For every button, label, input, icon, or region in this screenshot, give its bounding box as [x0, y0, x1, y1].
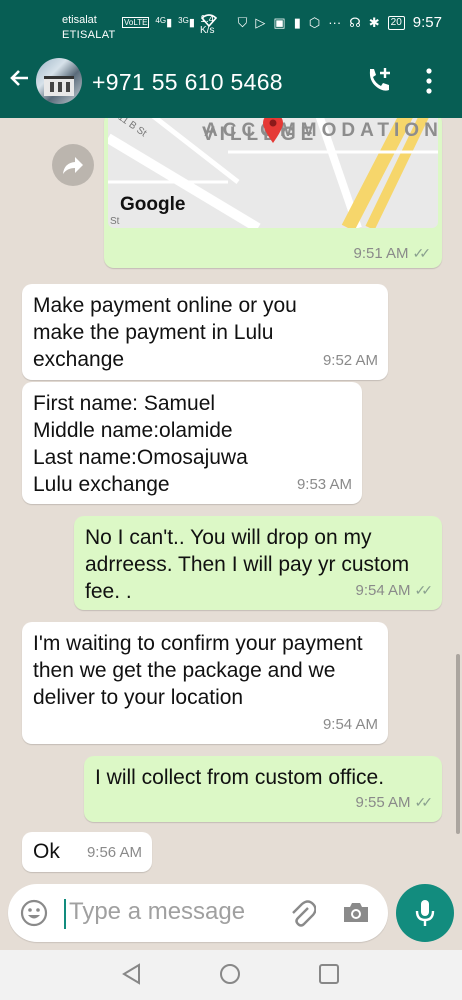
attach-icon[interactable]	[288, 898, 317, 933]
map-preview[interactable]: FAIRMONT VILLEGE ACCOMMODATION 11 B St S…	[108, 118, 438, 228]
avatar-window	[50, 82, 54, 92]
back-arrow-icon[interactable]	[8, 66, 32, 95]
system-nav-bar	[0, 950, 462, 1000]
message-composer[interactable]: Type a message	[8, 884, 388, 942]
net1-label: 4G	[155, 15, 167, 25]
message-text: I will collect from custom office.	[95, 766, 385, 789]
location-message[interactable]: FAIRMONT VILLEGE ACCOMMODATION 11 B St S…	[104, 118, 442, 268]
message-text: Make payment online or you make the paym…	[33, 294, 297, 371]
message-time: 9:54 AM	[355, 582, 411, 599]
status-right: ⛉ ▷ ▣ ▮ ⬡ ··· ☊ ✱ 20 9:57	[238, 14, 442, 31]
message-bubble[interactable]: I will collect from custom office. 9:55 …	[84, 756, 442, 822]
bluetooth-icon: ✱	[368, 14, 380, 30]
nav-back-icon[interactable]	[120, 962, 142, 991]
contact-avatar[interactable]	[36, 58, 82, 104]
message-bubble[interactable]: Ok 9:56 AM	[22, 832, 152, 872]
chat-area[interactable]: FAIRMONT VILLEGE ACCOMMODATION 11 B St S…	[0, 118, 462, 884]
message-meta: 9:56 AM	[87, 839, 142, 866]
message-meta: 9:51 AM ✓✓	[353, 245, 432, 262]
battery-icon: 20	[387, 15, 405, 30]
headset-icon: ☊	[349, 14, 361, 30]
read-ticks-icon: ✓✓	[414, 794, 434, 810]
play-icon: ▷	[255, 14, 266, 30]
signal-4g-icon: 4G▮	[155, 15, 173, 29]
nav-home-icon[interactable]	[218, 962, 242, 991]
message-time: 9:55 AM	[355, 794, 411, 811]
location-pin-icon	[262, 118, 284, 149]
more-icon: ···	[328, 15, 342, 30]
read-ticks-icon: ✓✓	[412, 245, 432, 261]
chat-header: +971 55 610 5468	[0, 44, 462, 118]
message-time: 9:51 AM	[353, 245, 409, 262]
emoji-icon[interactable]	[20, 899, 48, 932]
message-time: 9:56 AM	[86, 844, 142, 861]
message-bubble[interactable]: I'm waiting to confirm your payment then…	[22, 622, 388, 744]
message-text: I'm waiting to confirm your payment then…	[33, 632, 363, 709]
volte-icon: VoLTE	[122, 16, 150, 28]
carrier-name: etisalat	[62, 14, 97, 26]
network-speed: 1.4 K/s	[200, 14, 214, 36]
message-bubble[interactable]: First name: Samuel Middle name:olamide L…	[22, 382, 362, 504]
map-place-line2: ACCOMMODATION	[204, 120, 438, 141]
read-ticks-icon: ✓✓	[414, 582, 434, 598]
carrier-label: ETISALAT	[62, 29, 116, 41]
more-options-icon[interactable]	[424, 66, 434, 101]
settings-icon: ⬡	[308, 14, 321, 30]
avatar-window	[58, 82, 62, 92]
camera-icon[interactable]	[342, 900, 370, 929]
speed-value: 1.4	[200, 14, 215, 25]
message-meta: 9:54 AM	[323, 711, 378, 738]
message-meta: 9:55 AM ✓✓	[355, 789, 434, 816]
message-meta: 9:52 AM	[323, 347, 378, 374]
text-cursor	[64, 899, 66, 929]
message-meta: 9:53 AM	[297, 471, 352, 498]
add-call-icon[interactable]	[364, 66, 394, 101]
status-bar: etisalat ETISALAT VoLTE 4G▮ 3G▮ 1.4 K/s …	[0, 0, 462, 44]
speed-unit: K/s	[200, 25, 215, 36]
microphone-button[interactable]	[396, 884, 454, 942]
clipboard-icon: ▮	[293, 14, 301, 30]
nav-recents-icon[interactable]	[318, 963, 340, 990]
clock: 9:57	[412, 14, 442, 31]
message-input[interactable]: Type a message	[69, 898, 245, 926]
message-bubble[interactable]: No I can't.. You will drop on my adrrees…	[74, 516, 442, 610]
scrollbar[interactable]	[456, 654, 460, 834]
message-time: 9:54 AM	[322, 716, 378, 733]
contact-name[interactable]: +971 55 610 5468	[92, 69, 283, 96]
map-street-label: St	[110, 216, 120, 227]
forward-icon[interactable]	[52, 144, 94, 186]
message-bubble[interactable]: Make payment online or you make the paym…	[22, 284, 388, 380]
message-time: 9:52 AM	[322, 352, 378, 369]
google-logo: Google	[120, 194, 186, 215]
gallery-icon: ▣	[273, 14, 286, 30]
signal-3g-icon: 3G▮	[178, 15, 195, 29]
avatar-window	[66, 82, 70, 92]
microphone-icon	[415, 900, 435, 926]
message-time: 9:53 AM	[296, 476, 352, 493]
net2-label: 3G	[178, 15, 189, 25]
shield-icon: ⛉	[237, 14, 248, 30]
message-meta: 9:54 AM ✓✓	[355, 577, 434, 604]
